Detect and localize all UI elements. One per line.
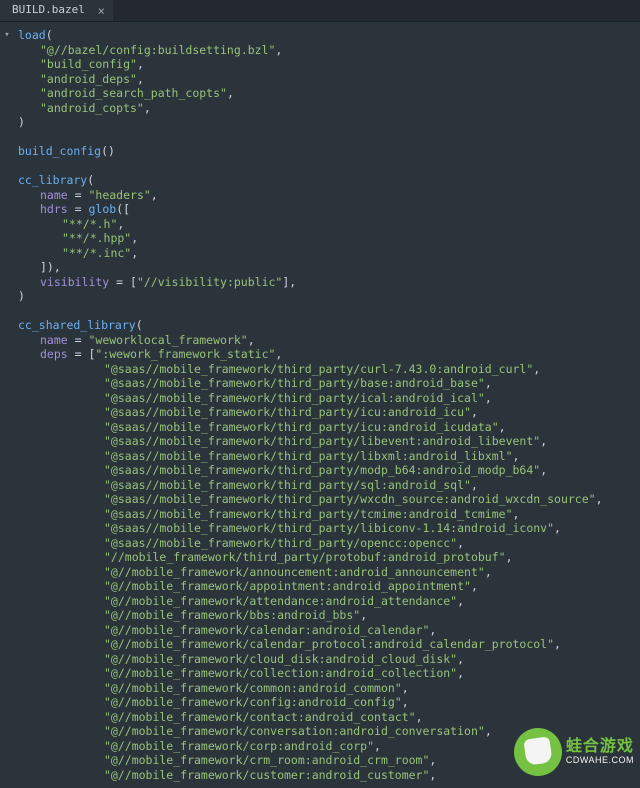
code-line[interactable]: )	[18, 289, 636, 304]
code-line[interactable]: "android_search_path_copts",	[18, 86, 636, 101]
code-line[interactable]	[18, 304, 636, 319]
code-line[interactable]: "@saas//mobile_framework/third_party/ope…	[18, 536, 636, 551]
code-line[interactable]: build_config()	[18, 144, 636, 159]
code-line[interactable]: "@//mobile_framework/calendar_protocol:a…	[18, 637, 636, 652]
fold-toggle[interactable]: ▾	[0, 28, 14, 43]
code-line[interactable]: "@saas//mobile_framework/third_party/mod…	[18, 463, 636, 478]
code-line[interactable]: )	[18, 115, 636, 130]
code-line[interactable]: cc_shared_library(	[18, 318, 636, 333]
code-line[interactable]: "android_deps",	[18, 72, 636, 87]
code-line[interactable]: name = "weworklocal_framework",	[18, 333, 636, 348]
code-line[interactable]: "build_config",	[18, 57, 636, 72]
code-line[interactable]: load(	[18, 28, 636, 43]
code-line[interactable]	[18, 159, 636, 174]
code-line[interactable]: "android_copts",	[18, 101, 636, 116]
tab-title: BUILD.bazel	[12, 3, 85, 18]
code-line[interactable]: "@//bazel/config:buildsetting.bzl",	[18, 43, 636, 58]
code-line[interactable]: "@saas//mobile_framework/third_party/lib…	[18, 434, 636, 449]
watermark: 蛙合游戏 CDWAHE.COM	[514, 728, 634, 776]
code-line[interactable]: ]),	[18, 260, 636, 275]
code-line[interactable]: "@saas//mobile_framework/third_party/bas…	[18, 376, 636, 391]
code-line[interactable]: "@saas//mobile_framework/third_party/lib…	[18, 521, 636, 536]
close-icon[interactable]: ×	[98, 5, 105, 17]
code-line[interactable]: "@saas//mobile_framework/third_party/icu…	[18, 420, 636, 435]
tab-bar: BUILD.bazel ×	[0, 0, 640, 22]
code-line[interactable]: "**/*.inc",	[18, 246, 636, 261]
tab-build-bazel[interactable]: BUILD.bazel ×	[0, 0, 113, 21]
watermark-logo-icon	[514, 728, 562, 776]
code-line[interactable]: "@//mobile_framework/config:android_conf…	[18, 695, 636, 710]
code-line[interactable]: "@saas//mobile_framework/third_party/sql…	[18, 478, 636, 493]
code-line[interactable]: deps = [":wework_framework_static",	[18, 347, 636, 362]
watermark-url: CDWAHE.COM	[566, 756, 634, 766]
code-line[interactable]: "@//mobile_framework/appointment:android…	[18, 579, 636, 594]
code-line[interactable]: "//mobile_framework/third_party/protobuf…	[18, 550, 636, 565]
code-line[interactable]: "@//mobile_framework/collection:android_…	[18, 666, 636, 681]
code-line[interactable]: "@saas//mobile_framework/third_party/lib…	[18, 449, 636, 464]
code-line[interactable]: "@//mobile_framework/cloud_disk:android_…	[18, 652, 636, 667]
code-line[interactable]: "@saas//mobile_framework/third_party/ica…	[18, 391, 636, 406]
code-line[interactable]: "@//mobile_framework/attendance:android_…	[18, 594, 636, 609]
code-line[interactable]: name = "headers",	[18, 188, 636, 203]
code-area[interactable]: load("@//bazel/config:buildsetting.bzl",…	[14, 22, 640, 788]
code-line[interactable]: "@//mobile_framework/calendar:android_ca…	[18, 623, 636, 638]
code-line[interactable]: "@saas//mobile_framework/third_party/tcm…	[18, 507, 636, 522]
fold-gutter: ▾	[0, 22, 14, 788]
code-line[interactable]: "@//mobile_framework/bbs:android_bbs",	[18, 608, 636, 623]
code-line[interactable]: "**/*.h",	[18, 217, 636, 232]
code-line[interactable]: "@//mobile_framework/announcement:androi…	[18, 565, 636, 580]
editor[interactable]: ▾ load("@//bazel/config:buildsetting.bzl…	[0, 22, 640, 788]
code-line[interactable]: visibility = ["//visibility:public"],	[18, 275, 636, 290]
code-line[interactable]: "**/*.hpp",	[18, 231, 636, 246]
code-line[interactable]: "@saas//mobile_framework/third_party/wxc…	[18, 492, 636, 507]
code-line[interactable]	[18, 130, 636, 145]
code-line[interactable]: "@//mobile_framework/contact:android_con…	[18, 710, 636, 725]
code-line[interactable]: cc_library(	[18, 173, 636, 188]
watermark-title: 蛙合游戏	[566, 738, 634, 756]
code-line[interactable]: "@saas//mobile_framework/third_party/icu…	[18, 405, 636, 420]
code-line[interactable]: "@saas//mobile_framework/third_party/cur…	[18, 362, 636, 377]
code-line[interactable]: hdrs = glob([	[18, 202, 636, 217]
code-line[interactable]: "@//mobile_framework/common:android_comm…	[18, 681, 636, 696]
